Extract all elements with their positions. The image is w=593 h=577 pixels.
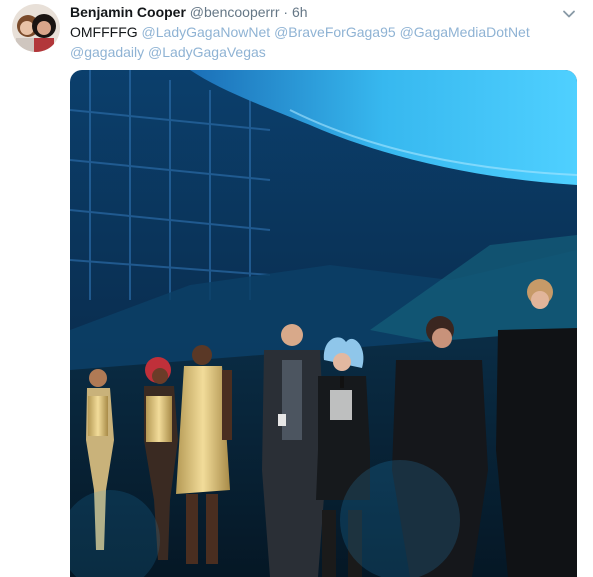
mention-link[interactable]: @gagadaily — [70, 44, 144, 60]
mention-link[interactable]: @LadyGagaVegas — [148, 44, 266, 60]
tweet-photo[interactable] — [70, 70, 577, 577]
mention-link[interactable]: @LadyGagaNowNet — [142, 24, 271, 40]
avatar[interactable] — [12, 4, 60, 52]
tweet-text: OMFFFFG @LadyGagaNowNet @BraveForGaga95 … — [70, 22, 570, 62]
tweet: Benjamin Cooper @bencooperrr · 6h OMFFFF… — [0, 0, 593, 577]
timestamp[interactable]: 6h — [292, 4, 308, 20]
separator-dot: · — [283, 4, 289, 20]
display-name[interactable]: Benjamin Cooper — [70, 4, 186, 20]
user-handle[interactable]: @bencooperrr — [190, 4, 280, 20]
mention-link[interactable]: @GagaMediaDotNet — [400, 24, 530, 40]
tweet-header: Benjamin Cooper @bencooperrr · 6h — [70, 3, 308, 21]
tweet-text-prefix: OMFFFFG — [70, 24, 138, 40]
chevron-down-icon[interactable] — [561, 6, 577, 22]
mention-link[interactable]: @BraveForGaga95 — [274, 24, 396, 40]
